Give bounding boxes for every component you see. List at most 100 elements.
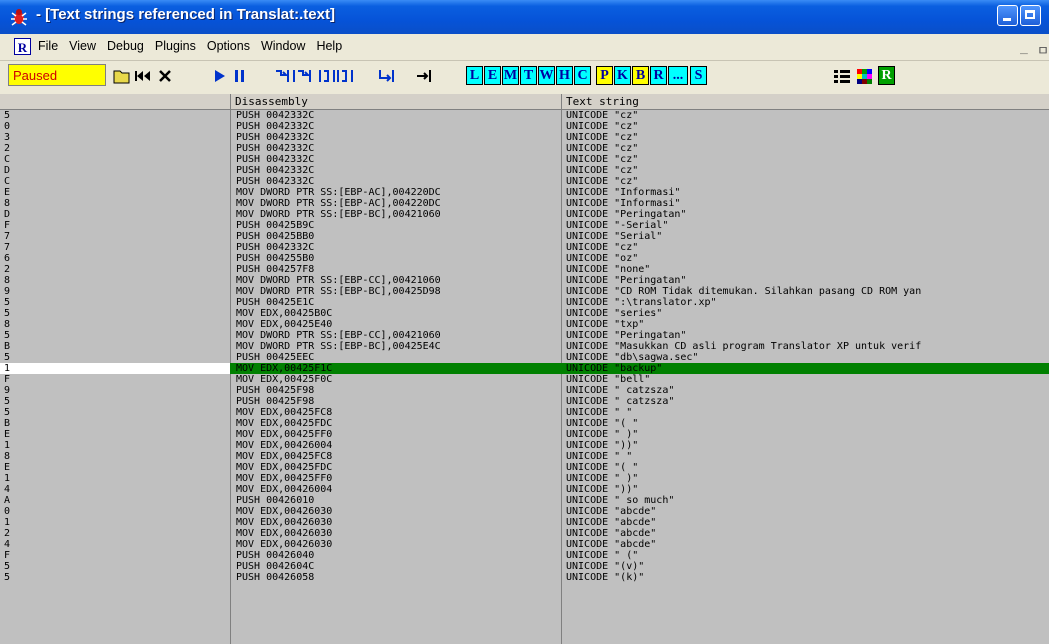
window-button-e[interactable]: E — [484, 66, 501, 85]
title-bar[interactable]: - [Text strings referenced in Translat:.… — [0, 0, 1049, 34]
restart-icon[interactable] — [134, 66, 154, 86]
table-row[interactable]: 2 PUSH 004257F8 UNICODE "none" — [0, 264, 1049, 275]
menu-bar: R File View Debug Plugins Options Window Help … — [0, 34, 1049, 61]
table-row[interactable]: 0 MOV EDX,00426030 UNICODE "abcde" — [0, 506, 1049, 517]
table-row[interactable]: 5 PUSH 00425F98 UNICODE " catzsza" — [0, 396, 1049, 407]
disassembly-cell: MOV DWORD PTR SS:[EBP-CC],00421060 — [236, 275, 441, 286]
window-button-t[interactable]: T — [520, 66, 537, 85]
menu-item-options[interactable]: Options — [207, 39, 250, 53]
table-row[interactable]: 8 MOV EDX,00425E40 UNICODE "txp" — [0, 319, 1049, 330]
table-row[interactable]: C PUSH 0042332C UNICODE "cz" — [0, 154, 1049, 165]
table-row[interactable]: F PUSH 00425B9C UNICODE "-Serial" — [0, 220, 1049, 231]
open-icon[interactable] — [112, 66, 132, 86]
close-icon[interactable] — [156, 66, 174, 86]
run-icon[interactable] — [212, 66, 228, 86]
pause-icon[interactable] — [232, 66, 248, 86]
window-button-p[interactable]: P — [596, 66, 613, 85]
address-cell: F — [4, 550, 11, 561]
status-indicator: Paused — [8, 64, 106, 86]
text-string-cell: UNICODE "))" — [566, 484, 639, 495]
header-text-string[interactable]: Text string — [562, 94, 1049, 109]
table-row[interactable]: A PUSH 00426010 UNICODE " so much" — [0, 495, 1049, 506]
table-row[interactable]: 3 PUSH 0042332C UNICODE "cz" — [0, 132, 1049, 143]
table-row[interactable]: 5 MOV DWORD PTR SS:[EBP-CC],00421060 UNICO… — [0, 330, 1049, 341]
table-row[interactable]: 9 MOV DWORD PTR SS:[EBP-BC],00425D98 UNICO… — [0, 286, 1049, 297]
table-row[interactable]: 4 MOV EDX,00426030 UNICODE "abcde" — [0, 539, 1049, 550]
table-row[interactable]: 5 PUSH 0042332C UNICODE "cz" — [0, 110, 1049, 121]
table-row[interactable]: 5 PUSH 00425E1C UNICODE ":\translator.xp" — [0, 297, 1049, 308]
menu-item-debug[interactable]: Debug — [107, 39, 144, 53]
table-row[interactable]: F PUSH 00426040 UNICODE " (" — [0, 550, 1049, 561]
table-row[interactable]: B MOV EDX,00425FDC UNICODE "( " — [0, 418, 1049, 429]
table-row[interactable]: 2 MOV EDX,00426030 UNICODE "abcde" — [0, 528, 1049, 539]
disassembly-cell: MOV EDX,00425F1C — [236, 363, 333, 374]
table-row[interactable]: 8 MOV EDX,00425FC8 UNICODE " " — [0, 451, 1049, 462]
table-row[interactable]: 5 MOV EDX,00425FC8 UNICODE " " — [0, 407, 1049, 418]
address-cell: 1 — [4, 517, 11, 528]
window-button-w[interactable]: W — [538, 66, 555, 85]
table-row[interactable]: 2 PUSH 0042332C UNICODE "cz" — [0, 143, 1049, 154]
step-into-icon[interactable] — [274, 66, 314, 86]
address-cell: 9 — [4, 286, 11, 297]
appearance-icon[interactable] — [832, 66, 852, 86]
address-cell: 2 — [4, 264, 11, 275]
mdi-minimize-button[interactable]: _ — [1020, 40, 1028, 55]
menu-item-view[interactable]: View — [69, 39, 96, 53]
mdi-restore-button[interactable]: ㅁ — [1037, 40, 1049, 59]
window-button-k[interactable]: K — [614, 66, 631, 85]
table-row[interactable]: 5 PUSH 00425EEC UNICODE "db\sagwa.sec" — [0, 352, 1049, 363]
header-address[interactable] — [0, 94, 231, 109]
window-button-b[interactable]: B — [632, 66, 649, 85]
colours-icon[interactable] — [856, 66, 874, 86]
table-row[interactable]: E MOV EDX,00425FF0 UNICODE " )" — [0, 429, 1049, 440]
table-row[interactable]: 9 PUSH 00425F98 UNICODE " catzsza" — [0, 385, 1049, 396]
table-row[interactable]: B MOV DWORD PTR SS:[EBP-BC],00425E4C UNICO… — [0, 341, 1049, 352]
disassembly-cell: MOV EDX,00425E40 — [236, 319, 333, 330]
window-button-r[interactable]: R — [650, 66, 667, 85]
table-row[interactable]: E MOV DWORD PTR SS:[EBP-AC],004220DC UNICO… — [0, 187, 1049, 198]
table-row[interactable]: 4 MOV EDX,00426004 UNICODE "))" — [0, 484, 1049, 495]
animate-icon[interactable] — [318, 66, 362, 86]
window-button-s[interactable]: S — [690, 66, 707, 85]
table-row[interactable]: E MOV EDX,00425FDC UNICODE "( " — [0, 462, 1049, 473]
window-button-h[interactable]: H — [556, 66, 573, 85]
table-row-selected[interactable]: 1 MOV EDX,00425F1C UNICODE "backup" — [0, 363, 1049, 374]
table-row[interactable]: C PUSH 0042332C UNICODE "cz" — [0, 176, 1049, 187]
table-row[interactable]: 7 PUSH 00425BB0 UNICODE "Serial" — [0, 231, 1049, 242]
window-button-c[interactable]: C — [574, 66, 591, 85]
go-to-icon[interactable] — [415, 66, 435, 86]
table-row[interactable]: 5 PUSH 00426058 UNICODE "(k)" — [0, 572, 1049, 583]
table-row[interactable]: 0 PUSH 0042332C UNICODE "cz" — [0, 121, 1049, 132]
execute-till-return-icon[interactable] — [376, 66, 396, 86]
window-button-more[interactable]: ... — [668, 66, 688, 85]
ollydbg-bug-icon — [11, 9, 27, 26]
table-row[interactable]: 1 MOV EDX,00426030 UNICODE "abcde" — [0, 517, 1049, 528]
address-cell: 5 — [4, 297, 11, 308]
table-row[interactable]: D MOV DWORD PTR SS:[EBP-BC],00421060 UNICO… — [0, 209, 1049, 220]
registers-icon[interactable]: R — [878, 66, 895, 85]
header-disassembly[interactable]: Disassembly — [231, 94, 562, 109]
table-row[interactable]: 8 MOV DWORD PTR SS:[EBP-CC],00421060 UNICO… — [0, 275, 1049, 286]
menu-item-window[interactable]: Window — [261, 39, 305, 53]
disassembly-cell: PUSH 00425F98 — [236, 385, 315, 396]
table-row[interactable]: 6 PUSH 004255B0 UNICODE "oz" — [0, 253, 1049, 264]
mdi-child-icon[interactable]: R — [14, 38, 31, 55]
table-row[interactable]: 5 MOV EDX,00425B0C UNICODE "series" — [0, 308, 1049, 319]
menu-item-help[interactable]: Help — [316, 39, 342, 53]
table-row[interactable]: 7 PUSH 0042332C UNICODE "cz" — [0, 242, 1049, 253]
table-row[interactable]: 5 PUSH 0042604C UNICODE "(v)" — [0, 561, 1049, 572]
table-row[interactable]: F MOV EDX,00425F0C UNICODE "bell" — [0, 374, 1049, 385]
table-row[interactable]: 1 MOV EDX,00426004 UNICODE "))" — [0, 440, 1049, 451]
table-row[interactable]: 8 MOV DWORD PTR SS:[EBP-AC],004220DC UNICO… — [0, 198, 1049, 209]
restore-button[interactable] — [1020, 5, 1041, 26]
window-button-m[interactable]: M — [502, 66, 519, 85]
menu-item-file[interactable]: File — [38, 39, 58, 53]
text-string-cell: UNICODE "abcde" — [566, 506, 657, 517]
minimize-button[interactable] — [997, 5, 1018, 26]
table-row[interactable]: D PUSH 0042332C UNICODE "cz" — [0, 165, 1049, 176]
table-row[interactable]: 1 MOV EDX,00425FF0 UNICODE " )" — [0, 473, 1049, 484]
window-button-l[interactable]: L — [466, 66, 483, 85]
menu-item-plugins[interactable]: Plugins — [155, 39, 196, 53]
text-string-cell: UNICODE "cz" — [566, 154, 639, 165]
disassembly-cell: PUSH 00426010 — [236, 495, 315, 506]
